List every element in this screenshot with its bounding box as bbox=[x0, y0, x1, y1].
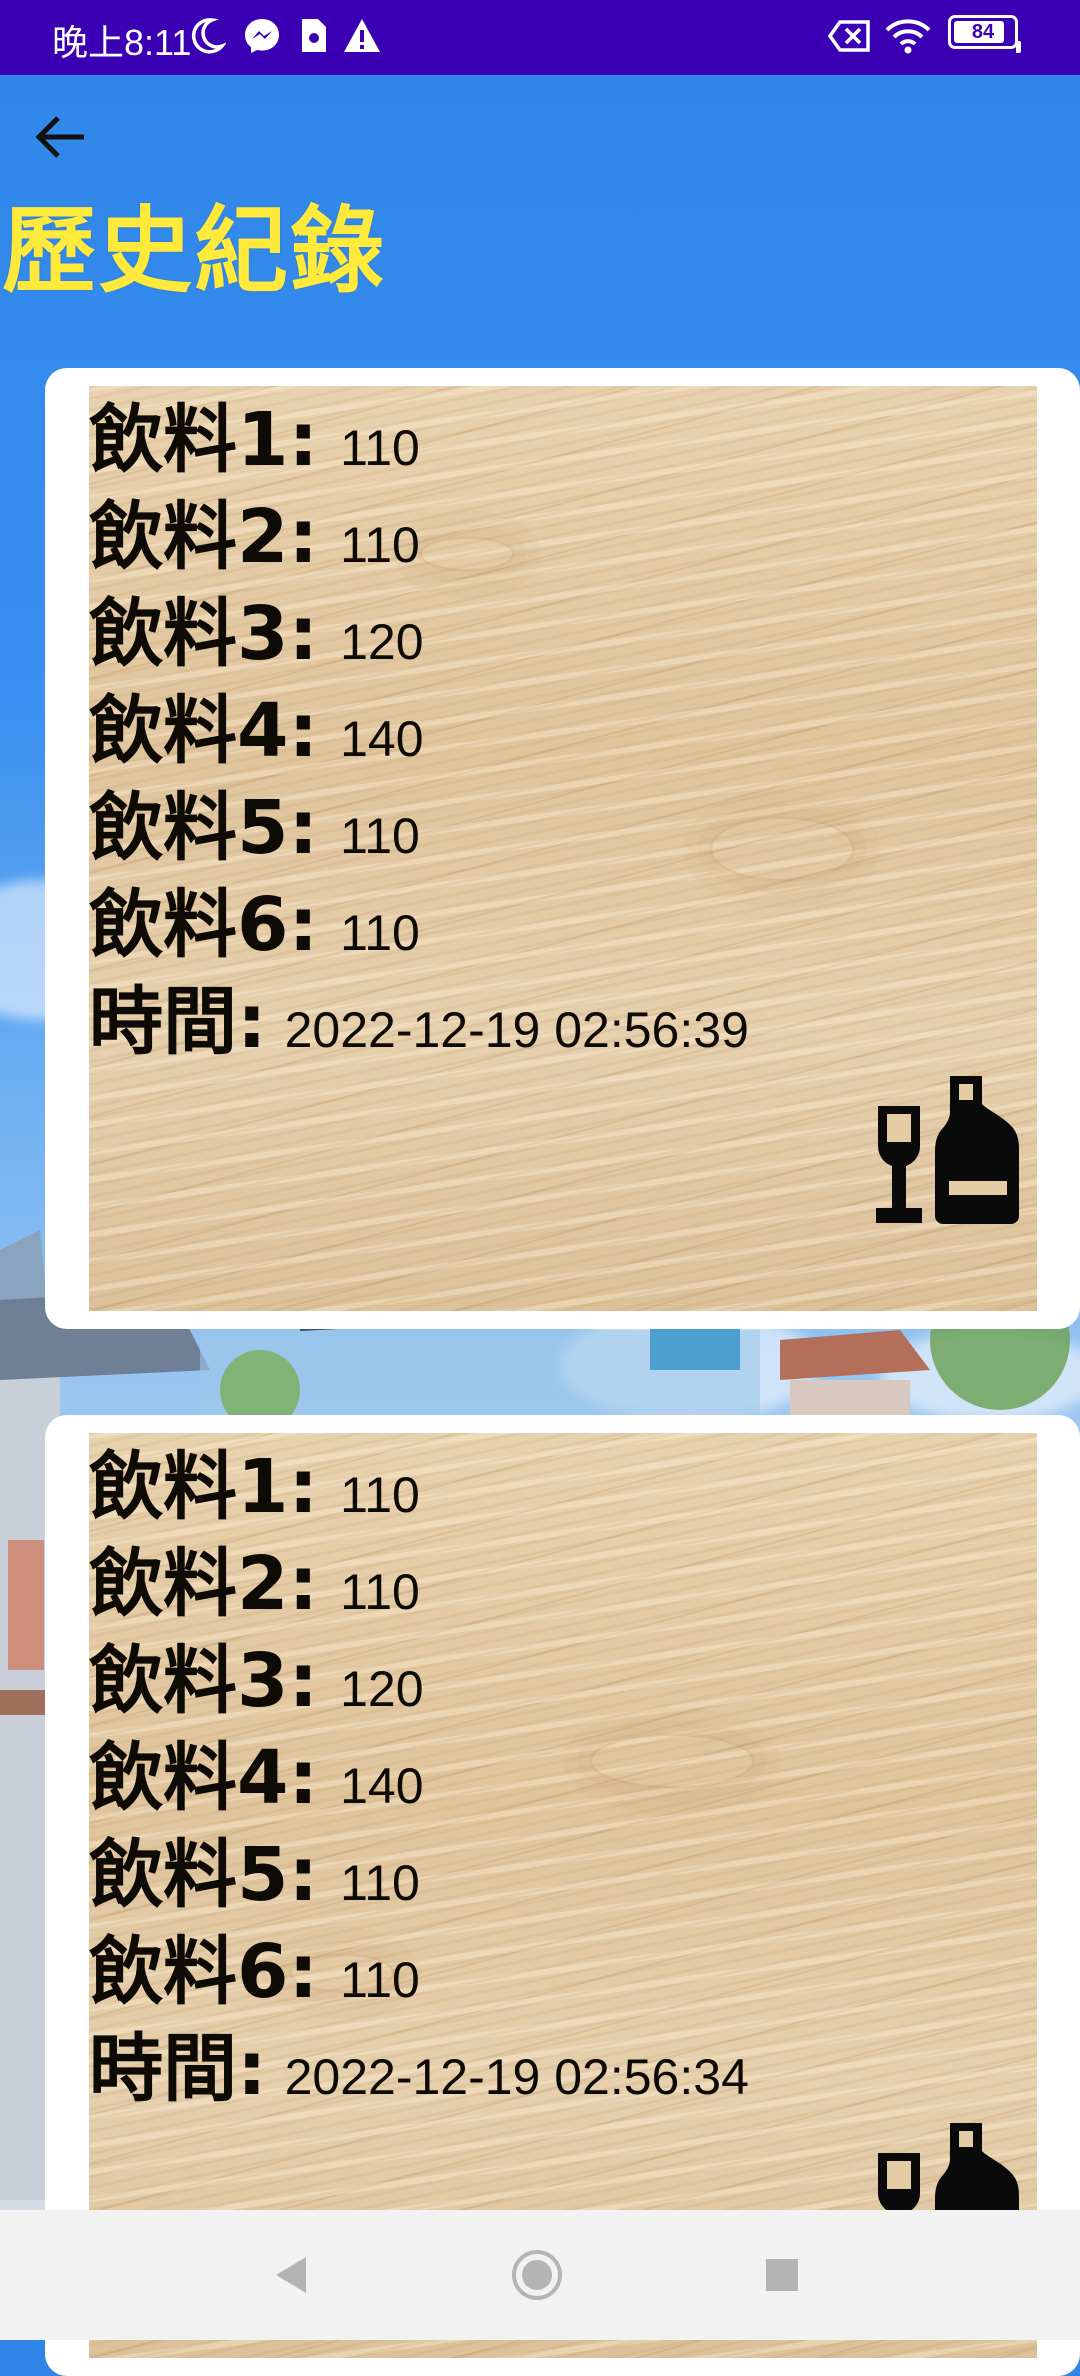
drink-label: 飲料2: bbox=[89, 494, 319, 580]
drink-label: 飲料3: bbox=[89, 591, 319, 677]
messenger-icon bbox=[245, 19, 279, 53]
battery-indicator: 84 bbox=[948, 15, 1018, 49]
record-list: 飲料1: 110 飲料2: 110 飲料3: 120 飲料4: 140 飲料5:… bbox=[89, 392, 749, 1071]
drink-row: 飲料1: 110 bbox=[89, 1439, 749, 1536]
drink-value: 110 bbox=[340, 1855, 420, 1911]
drink-value: 110 bbox=[340, 1952, 420, 2008]
drink-value: 110 bbox=[340, 1564, 420, 1620]
battery-level: 84 bbox=[971, 20, 995, 43]
navigation-bar bbox=[0, 2210, 1080, 2340]
page-title: 歷史紀錄 bbox=[2, 197, 387, 306]
drink-row: 飲料1: 110 bbox=[89, 392, 749, 489]
drink-label: 飲料5: bbox=[89, 1832, 319, 1918]
drink-label: 飲料2: bbox=[89, 1541, 319, 1627]
arrow-left-icon[interactable] bbox=[30, 105, 94, 169]
drink-value: 120 bbox=[340, 614, 424, 670]
drink-value: 110 bbox=[340, 905, 420, 961]
drink-value: 140 bbox=[340, 711, 424, 767]
drink-row: 飲料3: 120 bbox=[89, 586, 749, 683]
drink-value: 110 bbox=[340, 420, 420, 476]
drink-value: 140 bbox=[340, 1758, 424, 1814]
nav-recents-icon[interactable] bbox=[752, 2245, 812, 2305]
record-card[interactable]: 飲料1: 110 飲料2: 110 飲料3: 120 飲料4: 140 飲料5:… bbox=[45, 368, 1080, 1329]
drink-label: 飲料6: bbox=[89, 1929, 319, 2015]
drink-label: 飲料4: bbox=[89, 688, 319, 774]
status-bar: 晚上8:11 84 bbox=[0, 0, 1080, 75]
drink-row: 飲料2: 110 bbox=[89, 489, 749, 586]
warning-icon bbox=[344, 19, 380, 52]
no-signal-icon bbox=[828, 20, 870, 52]
time-row: 時間: 2022-12-19 02:56:34 bbox=[89, 2021, 749, 2118]
drink-label: 飲料5: bbox=[89, 785, 319, 871]
drink-value: 110 bbox=[340, 808, 420, 864]
time-value: 2022-12-19 02:56:34 bbox=[284, 2049, 749, 2105]
drink-row: 飲料3: 120 bbox=[89, 1633, 749, 1730]
sim-card-icon bbox=[302, 19, 326, 52]
drink-row: 飲料2: 110 bbox=[89, 1536, 749, 1633]
drink-label: 飲料1: bbox=[89, 1444, 319, 1530]
drink-value: 110 bbox=[340, 1467, 420, 1523]
drinks-icon bbox=[876, 1076, 1019, 1224]
time-label: 時間: bbox=[89, 979, 267, 1065]
drink-label: 飲料3: bbox=[89, 1638, 319, 1724]
drink-label: 飲料4: bbox=[89, 1735, 319, 1821]
time-value: 2022-12-19 02:56:39 bbox=[284, 1002, 749, 1058]
nav-back-icon[interactable] bbox=[262, 2245, 322, 2305]
moon-icon bbox=[191, 18, 226, 54]
time-row: 時間: 2022-12-19 02:56:39 bbox=[89, 974, 749, 1071]
record-list: 飲料1: 110 飲料2: 110 飲料3: 120 飲料4: 140 飲料5:… bbox=[89, 1439, 749, 2118]
drink-value: 110 bbox=[340, 517, 420, 573]
wifi-icon bbox=[885, 19, 931, 54]
status-time: 晚上8:11 bbox=[52, 22, 192, 63]
wood-background: 飲料1: 110 飲料2: 110 飲料3: 120 飲料4: 140 飲料5:… bbox=[89, 386, 1037, 1311]
drink-value: 120 bbox=[340, 1661, 424, 1717]
drink-row: 飲料4: 140 bbox=[89, 683, 749, 780]
drink-row: 飲料5: 110 bbox=[89, 1827, 749, 1924]
drink-row: 飲料6: 110 bbox=[89, 1924, 749, 2021]
nav-home-icon[interactable] bbox=[507, 2245, 567, 2305]
drink-label: 飲料6: bbox=[89, 882, 319, 968]
drink-row: 飲料5: 110 bbox=[89, 780, 749, 877]
drink-row: 飲料6: 110 bbox=[89, 877, 749, 974]
drink-label: 飲料1: bbox=[89, 397, 319, 483]
time-label: 時間: bbox=[89, 2026, 267, 2112]
drink-row: 飲料4: 140 bbox=[89, 1730, 749, 1827]
